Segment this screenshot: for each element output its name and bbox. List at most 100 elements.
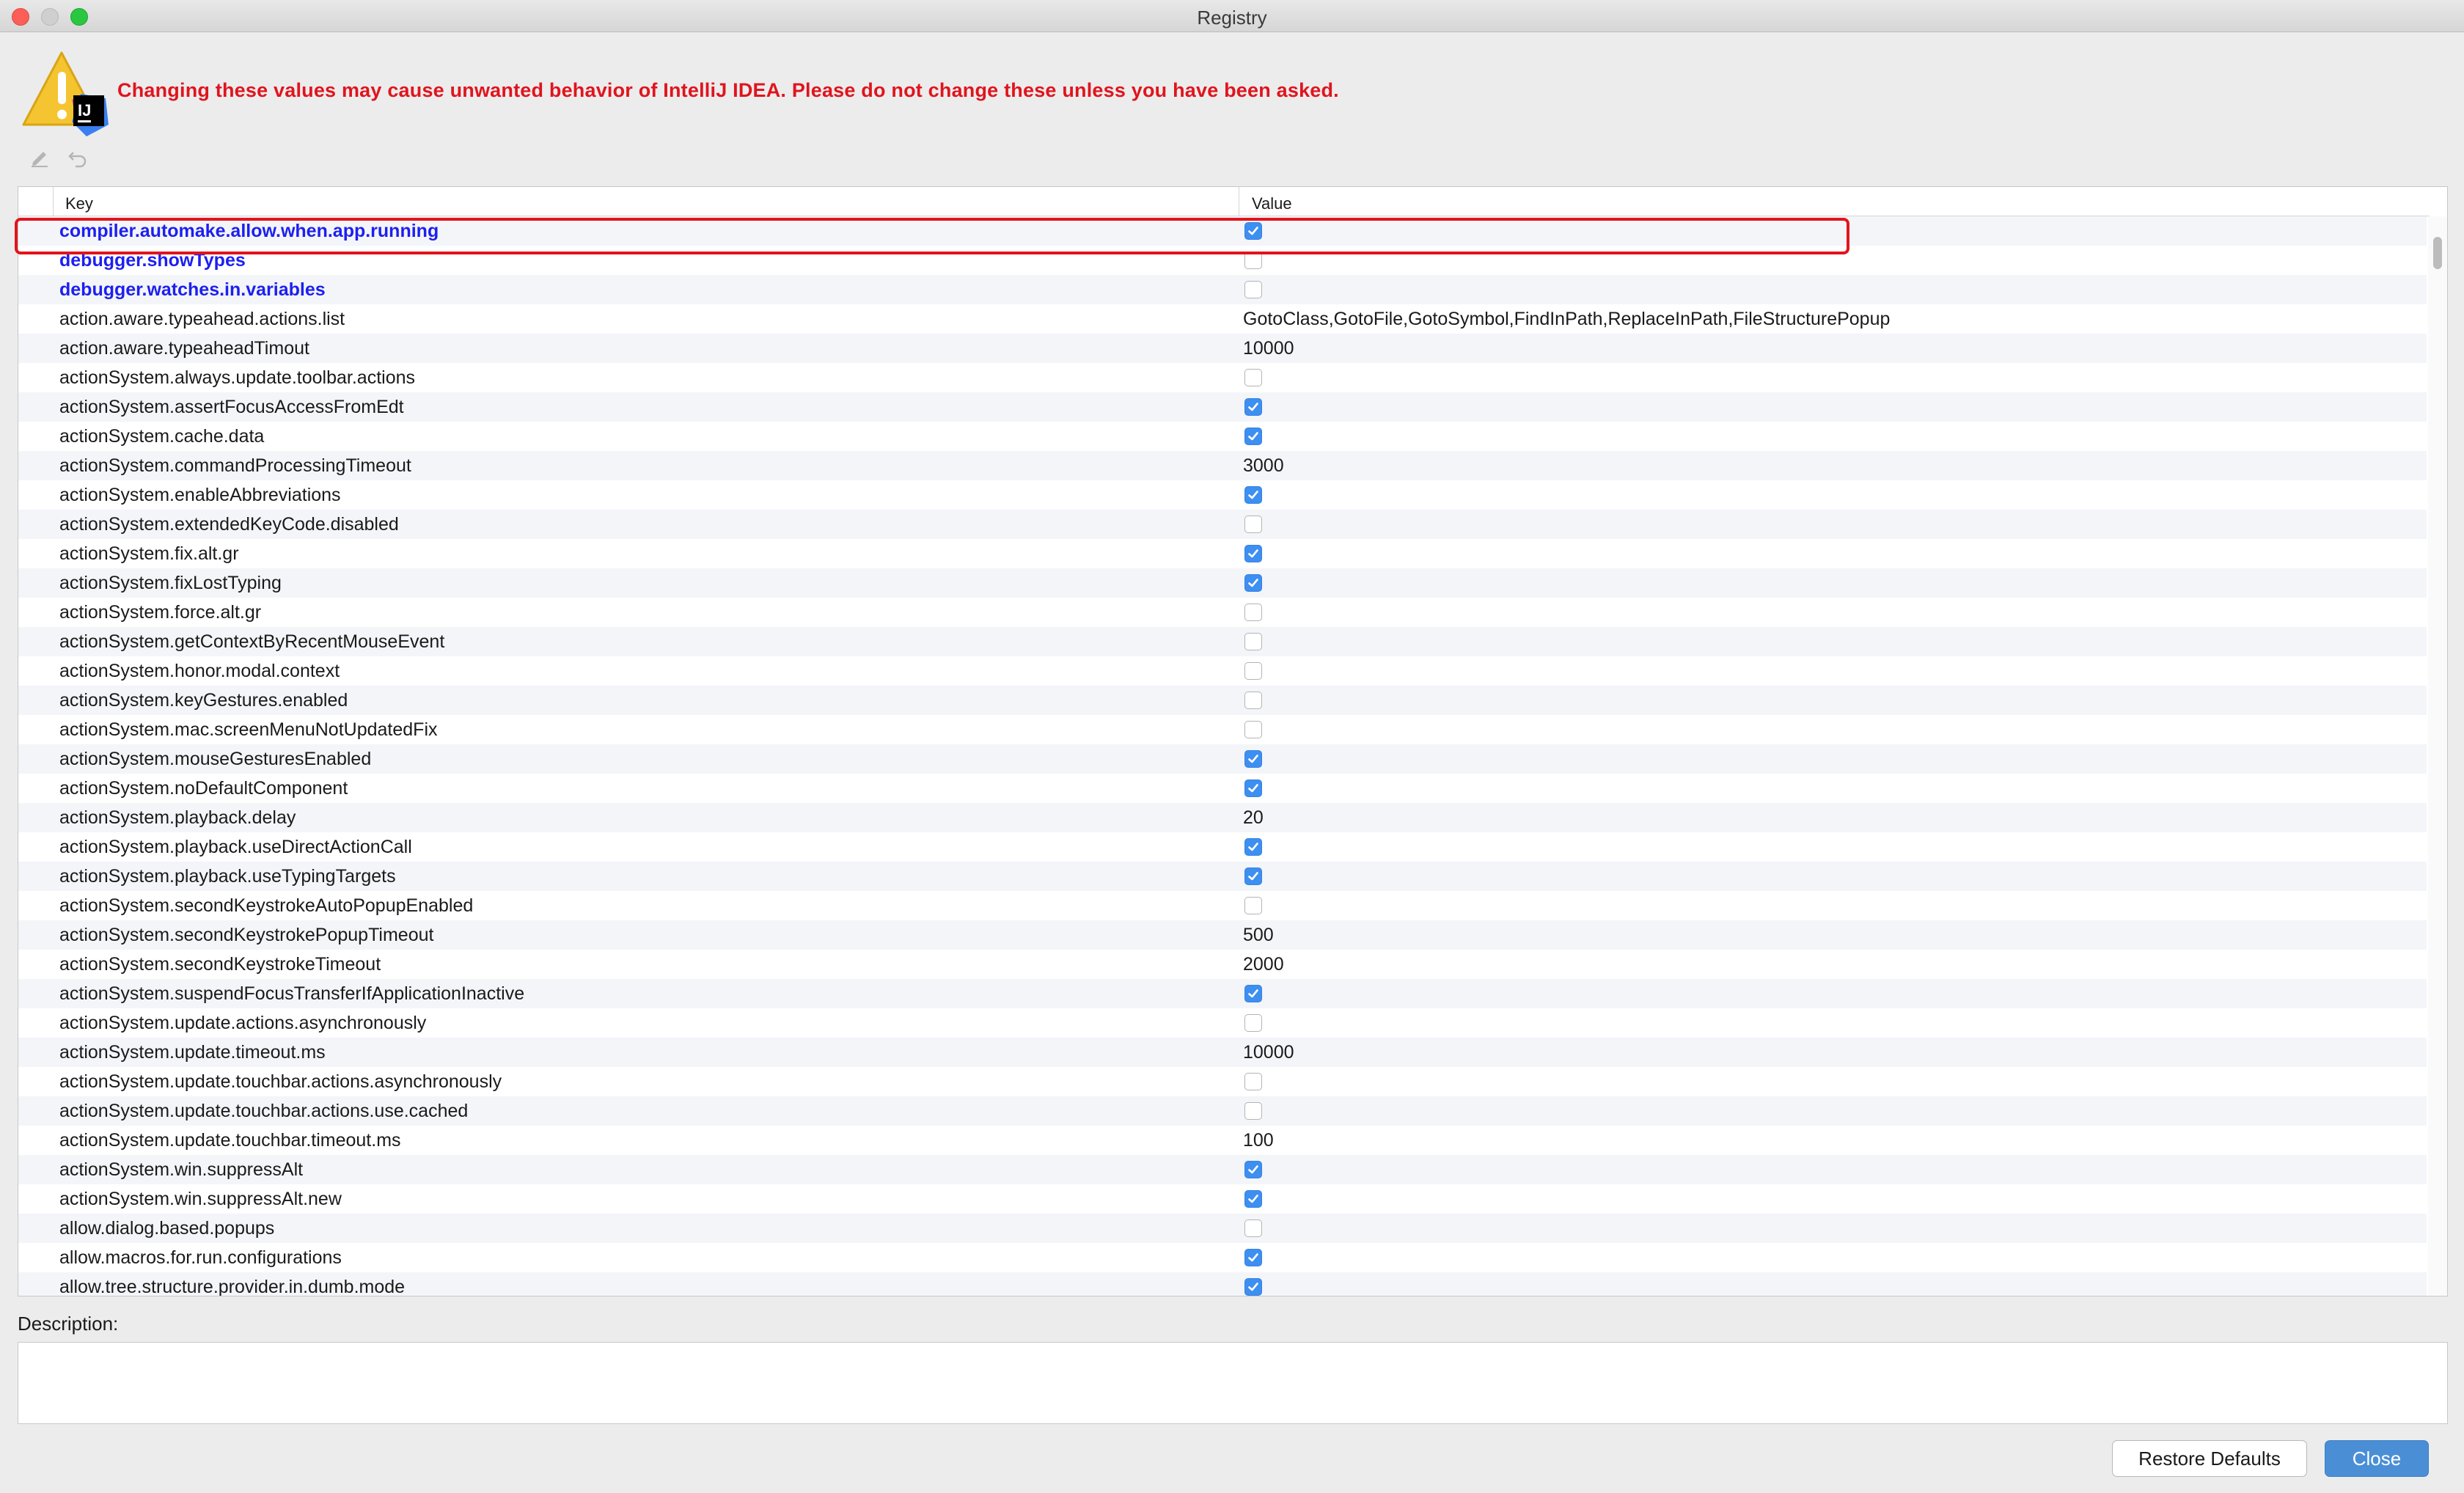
value-checkbox[interactable] [1244,398,1262,416]
row-key: actionSystem.fix.alt.gr [59,543,239,564]
table-row[interactable]: actionSystem.update.actions.asynchronous… [18,1008,2427,1038]
value-checkbox[interactable] [1244,1161,1262,1178]
value-checkbox[interactable] [1244,486,1262,504]
table-row[interactable]: actionSystem.suspendFocusTransferIfAppli… [18,979,2427,1008]
table-row[interactable]: actionSystem.secondKeystrokeAutoPopupEna… [18,891,2427,920]
value-checkbox[interactable] [1244,516,1262,533]
table-row[interactable]: actionSystem.update.touchbar.actions.asy… [18,1067,2427,1096]
table-row[interactable]: actionSystem.playback.useDirectActionCal… [18,832,2427,862]
value-checkbox[interactable] [1244,1073,1262,1090]
checkmark-icon [1248,549,1258,558]
value-checkbox[interactable] [1244,369,1262,386]
table-row[interactable]: actionSystem.fixLostTyping [18,568,2427,598]
table-row[interactable]: allow.macros.for.run.configurations [18,1243,2427,1272]
column-header-key[interactable]: Key [65,194,93,213]
table-row[interactable]: actionSystem.update.timeout.ms 10000 [18,1038,2427,1067]
value-checkbox[interactable] [1244,222,1262,240]
table-row[interactable]: actionSystem.mouseGesturesEnabled [18,744,2427,774]
table-row[interactable]: actionSystem.honor.modal.context [18,656,2427,686]
row-value[interactable]: GotoClass,GotoFile,GotoSymbol,FindInPath… [1243,304,1890,334]
table-body: compiler.automake.allow.when.app.running… [18,216,2427,1296]
value-checkbox[interactable] [1244,779,1262,797]
table-row[interactable]: actionSystem.assertFocusAccessFromEdt [18,392,2427,422]
table-row[interactable]: debugger.watches.in.variables [18,275,2427,304]
row-value[interactable]: 2000 [1243,950,1284,979]
table-row[interactable]: actionSystem.enableAbbreviations [18,480,2427,510]
row-key: actionSystem.update.touchbar.timeout.ms [59,1130,401,1151]
value-checkbox[interactable] [1244,750,1262,768]
table-row[interactable]: actionSystem.force.alt.gr [18,598,2427,627]
table-row[interactable]: actionSystem.keyGestures.enabled [18,686,2427,715]
row-key: actionSystem.update.touchbar.actions.asy… [59,1071,502,1092]
row-value[interactable]: 3000 [1243,451,1284,480]
table-row[interactable]: actionSystem.win.suppressAlt.new [18,1184,2427,1214]
value-checkbox[interactable] [1244,1278,1262,1296]
row-key: actionSystem.secondKeystrokeAutoPopupEna… [59,895,474,916]
column-header-value[interactable]: Value [1252,194,1292,213]
table-row[interactable]: action.aware.typeahead.actions.list GotoC… [18,304,2427,334]
description-field[interactable] [18,1342,2448,1424]
restore-defaults-button[interactable]: Restore Defaults [2112,1440,2307,1477]
table-row[interactable]: actionSystem.extendedKeyCode.disabled [18,510,2427,539]
table-row[interactable]: actionSystem.fix.alt.gr [18,539,2427,568]
value-checkbox[interactable] [1244,985,1262,1002]
edit-button[interactable] [25,145,54,172]
value-checkbox[interactable] [1244,574,1262,592]
vertical-scrollbar[interactable] [2428,216,2447,1296]
value-checkbox[interactable] [1244,1102,1262,1120]
table-row[interactable]: allow.dialog.based.popups [18,1214,2427,1243]
table-row[interactable]: actionSystem.always.update.toolbar.actio… [18,363,2427,392]
row-key: allow.tree.structure.provider.in.dumb.mo… [59,1277,406,1296]
value-checkbox[interactable] [1244,1219,1262,1237]
value-checkbox[interactable] [1244,692,1262,709]
row-value[interactable]: 500 [1243,920,1274,950]
value-checkbox[interactable] [1244,604,1262,621]
value-checkbox[interactable] [1244,1014,1262,1032]
table-row[interactable]: actionSystem.commandProcessingTimeout 300… [18,451,2427,480]
close-button[interactable]: Close [2325,1440,2429,1477]
scrollbar-thumb[interactable] [2433,237,2442,269]
value-checkbox[interactable] [1244,428,1262,445]
value-checkbox[interactable] [1244,281,1262,298]
value-checkbox[interactable] [1244,633,1262,650]
table-row[interactable]: actionSystem.cache.data [18,422,2427,451]
row-key: action.aware.typeaheadTimout [59,338,309,359]
value-checkbox[interactable] [1244,1190,1262,1208]
row-value[interactable]: 20 [1243,803,1264,832]
row-key: allow.macros.for.run.configurations [59,1247,342,1268]
table-row[interactable]: actionSystem.secondKeystrokePopupTimeout… [18,920,2427,950]
row-key: actionSystem.mac.screenMenuNotUpdatedFix [59,719,438,740]
table-row[interactable]: actionSystem.playback.delay 20 [18,803,2427,832]
table-row[interactable]: actionSystem.playback.useTypingTargets [18,862,2427,891]
checkmark-icon [1248,755,1258,763]
row-key: actionSystem.getContextByRecentMouseEven… [59,631,445,652]
revert-button[interactable] [63,145,92,172]
value-checkbox[interactable] [1244,662,1262,680]
row-value[interactable]: 10000 [1243,1038,1294,1067]
table-row[interactable]: actionSystem.getContextByRecentMouseEven… [18,627,2427,656]
row-key: allow.dialog.based.popups [59,1218,275,1239]
header-gutter [18,187,54,216]
table-row[interactable]: actionSystem.update.touchbar.timeout.ms 1… [18,1126,2427,1155]
table-row[interactable]: actionSystem.win.suppressAlt [18,1155,2427,1184]
table-row[interactable]: allow.tree.structure.provider.in.dumb.mo… [18,1272,2427,1296]
row-key: compiler.automake.allow.when.app.running [59,221,439,241]
table-row[interactable]: actionSystem.mac.screenMenuNotUpdatedFix [18,715,2427,744]
value-checkbox[interactable] [1244,721,1262,738]
value-checkbox[interactable] [1244,897,1262,914]
table-row[interactable]: action.aware.typeaheadTimout 10000 [18,334,2427,363]
table-row[interactable]: actionSystem.noDefaultComponent [18,774,2427,803]
value-checkbox[interactable] [1244,252,1262,269]
table-row[interactable]: debugger.showTypes [18,246,2427,275]
table-row[interactable]: actionSystem.update.touchbar.actions.use… [18,1096,2427,1126]
row-value[interactable]: 100 [1243,1126,1274,1155]
value-checkbox[interactable] [1244,838,1262,856]
value-checkbox[interactable] [1244,545,1262,562]
table-row[interactable]: compiler.automake.allow.when.app.running [18,216,2427,246]
value-checkbox[interactable] [1244,1249,1262,1266]
undo-icon [67,146,89,172]
row-value[interactable]: 10000 [1243,334,1294,363]
table-row[interactable]: actionSystem.secondKeystrokeTimeout 2000 [18,950,2427,979]
value-checkbox[interactable] [1244,867,1262,885]
row-key: actionSystem.playback.useDirectActionCal… [59,837,412,857]
